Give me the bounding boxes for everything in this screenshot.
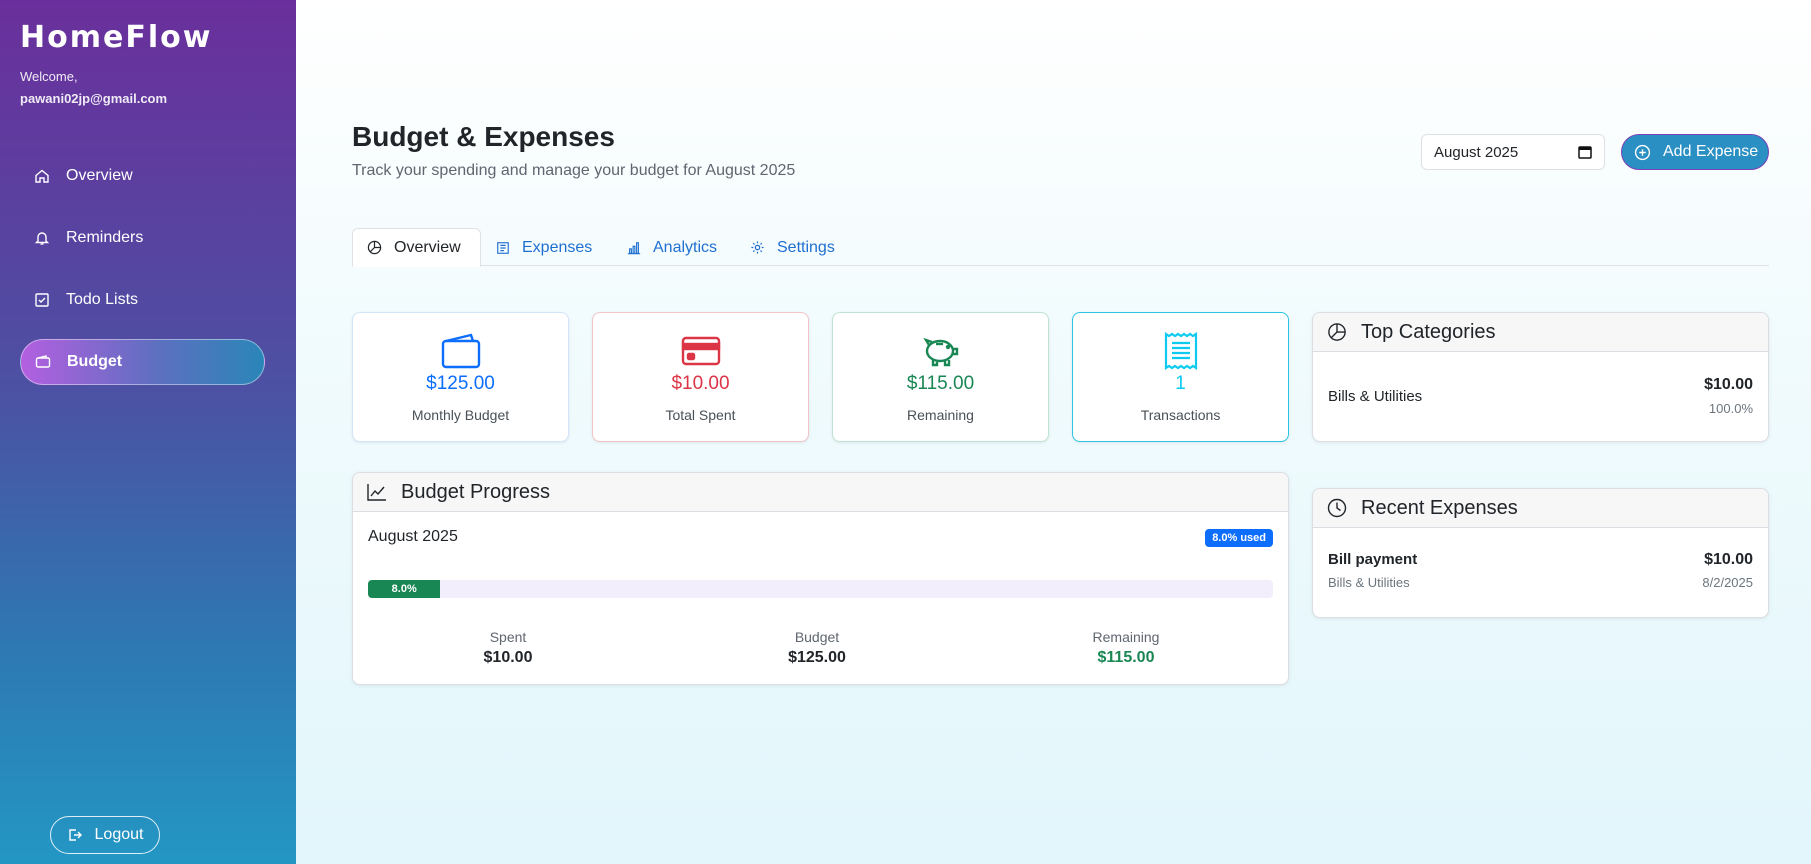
card-header: Budget Progress: [353, 473, 1288, 512]
page-title: Budget & Expenses: [352, 121, 615, 152]
brand-logo: HomeFlow: [20, 20, 213, 55]
expense-date: 8/2/2025: [1702, 575, 1753, 590]
pie-chart-icon: [1327, 322, 1347, 342]
wallet-icon: [35, 354, 51, 370]
receipt-icon: [496, 241, 510, 255]
summary-value: $115.00: [1097, 649, 1155, 666]
card-header: Top Categories: [1313, 313, 1768, 352]
stat-value: $10.00: [671, 373, 730, 394]
stat-value: $115.00: [906, 373, 975, 394]
stat-label: Remaining: [907, 407, 974, 423]
spent-summary: Spent $10.00: [408, 629, 608, 667]
pie-chart-icon: [367, 240, 382, 255]
sidebar-item-budget[interactable]: Budget: [20, 339, 265, 385]
tab-analytics[interactable]: Analytics: [613, 228, 731, 267]
receipt-icon: [1161, 332, 1201, 370]
expense-amount: $10.00: [1704, 551, 1753, 568]
sidebar-item-label: Budget: [67, 353, 123, 370]
card-header: Recent Expenses: [1313, 489, 1768, 528]
add-expense-label: Add Expense: [1663, 143, 1759, 160]
monthly-budget-card: $125.00 Monthly Budget: [352, 312, 569, 442]
card-title: Top Categories: [1361, 320, 1496, 343]
welcome-text: Welcome,: [20, 69, 78, 84]
tab-expenses[interactable]: Expenses: [482, 228, 606, 267]
card-title: Budget Progress: [401, 480, 550, 503]
bar-chart-icon: [627, 241, 641, 255]
stat-label: Monthly Budget: [411, 407, 510, 423]
logout-label: Logout: [94, 826, 144, 843]
stat-value: $125.00: [426, 373, 495, 394]
progress-month: August 2025: [368, 528, 458, 545]
tab-label: Expenses: [522, 238, 593, 256]
summary-label: Remaining: [1092, 629, 1160, 645]
remaining-summary: Remaining $115.00: [1026, 629, 1226, 667]
card-title: Recent Expenses: [1361, 496, 1518, 519]
tab-label: Overview: [394, 238, 461, 256]
progress-bar: 8.0%: [368, 580, 1273, 598]
sidebar-item-todo-lists[interactable]: Todo Lists: [20, 277, 265, 323]
budget-tabs: Overview Expenses Analytics Settings: [352, 228, 1769, 267]
sidebar-item-label: Todo Lists: [66, 291, 139, 308]
add-expense-button[interactable]: Add Expense: [1621, 134, 1769, 170]
clock-icon: [1327, 498, 1347, 518]
category-percent: 100.0%: [1708, 401, 1753, 416]
line-chart-icon: [367, 483, 387, 501]
sidebar-item-label: Overview: [66, 167, 133, 184]
tab-label: Analytics: [653, 238, 718, 256]
calendar-icon[interactable]: [1578, 145, 1592, 159]
budget-progress-card: Budget Progress August 2025 8.0% used 8.…: [352, 472, 1289, 685]
tab-overview[interactable]: Overview: [352, 228, 481, 267]
recent-expenses-card: Recent Expenses Bill payment Bills & Uti…: [1312, 488, 1769, 618]
total-spent-card: $10.00 Total Spent: [592, 312, 809, 442]
summary-label: Budget: [794, 629, 840, 645]
gear-icon: [750, 240, 765, 255]
piggy-bank-icon: [921, 333, 961, 369]
month-picker-value: August 2025: [1434, 143, 1519, 161]
home-icon: [34, 168, 50, 184]
sidebar-item-label: Reminders: [66, 229, 144, 246]
stat-value: 1: [1175, 373, 1186, 394]
transactions-card: 1 Transactions: [1072, 312, 1289, 442]
logout-button[interactable]: Logout: [50, 816, 160, 854]
sidebar: HomeFlow Welcome, pawani02jp@gmail.com O…: [0, 0, 296, 864]
stat-label: Total Spent: [665, 407, 736, 423]
tab-label: Settings: [777, 238, 835, 256]
tab-settings[interactable]: Settings: [736, 228, 849, 267]
user-email: pawani02jp@gmail.com: [20, 91, 168, 106]
summary-value: $125.00: [788, 649, 846, 666]
bell-icon: [34, 230, 50, 246]
month-picker-input[interactable]: August 2025: [1421, 134, 1605, 170]
expense-name: Bill payment: [1328, 551, 1418, 568]
category-amount: $10.00: [1704, 376, 1753, 393]
summary-label: Spent: [489, 629, 527, 645]
sidebar-item-overview[interactable]: Overview: [20, 153, 265, 199]
logout-icon: [67, 827, 83, 843]
page-subtitle: Track your spending and manage your budg…: [352, 162, 796, 179]
budget-summary: Budget $125.00: [717, 629, 917, 667]
main-content: Budget & Expenses Track your spending an…: [296, 0, 1811, 864]
category-name: Bills & Utilities: [1328, 388, 1423, 405]
top-categories-card: Top Categories Bills & Utilities $10.00 …: [1312, 312, 1769, 442]
wallet-icon: [441, 333, 481, 369]
summary-value: $10.00: [483, 649, 533, 666]
usage-badge: 8.0% used: [1205, 529, 1273, 547]
expense-category: Bills & Utilities: [1328, 575, 1410, 590]
progress-fill: 8.0%: [368, 580, 441, 598]
plus-circle-icon: [1634, 144, 1651, 161]
sidebar-item-reminders[interactable]: Reminders: [20, 215, 265, 261]
stat-label: Transactions: [1140, 407, 1221, 423]
checkbox-icon: [34, 292, 50, 308]
remaining-card: $115.00 Remaining: [832, 312, 1049, 442]
welcome-block: Welcome, pawani02jp@gmail.com: [20, 66, 167, 110]
credit-card-icon: [681, 333, 721, 369]
